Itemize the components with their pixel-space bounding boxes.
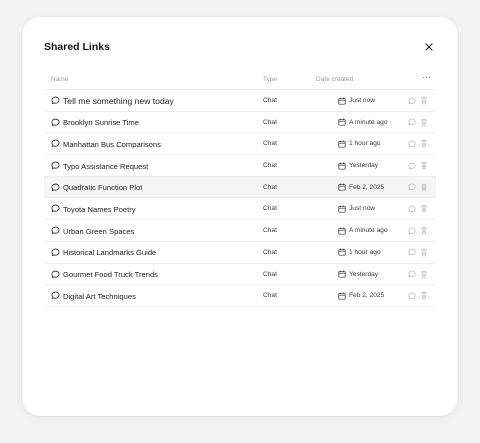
- calendar-icon: [338, 183, 346, 191]
- trash-icon[interactable]: [420, 161, 428, 170]
- chat-bubble-icon: [51, 140, 60, 148]
- link-name[interactable]: Digital Art Techniques: [63, 292, 136, 301]
- chat-bubble-icon: [51, 118, 60, 126]
- chat-bubble-icon: [51, 161, 60, 170]
- column-header-date[interactable]: Date created: [316, 76, 353, 83]
- calendar-icon: [338, 205, 346, 213]
- open-chat-icon[interactable]: [408, 140, 416, 148]
- chat-bubble-icon: [51, 205, 60, 213]
- open-chat-icon[interactable]: [408, 227, 416, 235]
- table-body: Tell me something new today Chat Just no…: [44, 90, 436, 307]
- table-row-2[interactable]: Brooklyn Sunrise Time Chat A minute ago: [44, 112, 436, 134]
- table-row-6[interactable]: Toyota Names Poetry Chat Just now: [44, 198, 436, 221]
- link-name[interactable]: Gourmet Food Truck Trends: [63, 270, 158, 279]
- shared-links-dialog: Shared Links Name Type Date created ··· …: [22, 17, 458, 416]
- link-name[interactable]: Quadratic Function Plot: [63, 183, 142, 192]
- chat-bubble-icon: [51, 248, 60, 256]
- chat-bubble-icon: [51, 291, 60, 300]
- link-type: Chat: [263, 97, 277, 104]
- link-type: Chat: [263, 292, 277, 300]
- trash-icon[interactable]: [420, 226, 428, 235]
- link-name[interactable]: Typo Assistance Request: [63, 162, 148, 171]
- open-chat-icon[interactable]: [408, 97, 416, 105]
- link-type: Chat: [263, 248, 277, 256]
- date-created: Feb 2, 2025: [349, 292, 385, 300]
- column-header-name[interactable]: Name: [51, 76, 68, 83]
- open-chat-icon[interactable]: [408, 205, 416, 213]
- link-name[interactable]: Urban Green Spaces: [63, 227, 134, 236]
- link-name[interactable]: Toyota Names Poetry: [63, 205, 136, 214]
- open-chat-icon[interactable]: [408, 118, 416, 126]
- date-created: 1 hour ago: [349, 248, 381, 256]
- link-type: Chat: [263, 183, 277, 191]
- date-created: 1 hour ago: [349, 140, 381, 148]
- chat-bubble-icon: [51, 183, 60, 191]
- table-row-10[interactable]: Digital Art Techniques Chat Feb 2, 2025: [44, 285, 436, 307]
- chat-bubble-icon: [51, 96, 60, 105]
- trash-icon[interactable]: [420, 183, 428, 192]
- open-chat-icon[interactable]: [408, 248, 416, 256]
- link-name[interactable]: Manhattan Bus Comparisons: [63, 140, 161, 149]
- table-row-9[interactable]: Gourmet Food Truck Trends Chat Yesterday: [44, 264, 436, 286]
- open-chat-icon[interactable]: [408, 292, 416, 300]
- date-created: Yesterday: [349, 162, 379, 170]
- calendar-icon: [338, 227, 346, 235]
- date-created: Yesterday: [349, 270, 379, 278]
- table-row-4[interactable]: Typo Assistance Request Chat Yesterday: [44, 155, 436, 177]
- link-type: Chat: [263, 227, 277, 235]
- trash-icon[interactable]: [420, 139, 428, 148]
- shared-links-table: Name Type Date created ··· Tell me somet…: [44, 69, 436, 307]
- trash-icon[interactable]: [420, 204, 428, 213]
- link-type: Chat: [263, 118, 277, 126]
- calendar-icon: [338, 118, 346, 126]
- link-type: Chat: [263, 140, 277, 148]
- open-chat-icon[interactable]: [408, 183, 416, 191]
- close-icon: [425, 43, 433, 51]
- date-created: Feb 2, 2025: [349, 183, 385, 191]
- calendar-icon: [338, 97, 346, 105]
- trash-icon[interactable]: [420, 118, 428, 127]
- calendar-icon: [338, 248, 346, 256]
- table-row-7[interactable]: Urban Green Spaces Chat A minute ago: [44, 220, 436, 242]
- table-row-5[interactable]: Quadratic Function Plot Chat Feb 2, 2025: [44, 176, 436, 199]
- calendar-icon: [338, 162, 346, 170]
- date-created: A minute ago: [349, 118, 388, 126]
- link-type: Chat: [263, 205, 277, 213]
- more-options-button[interactable]: ···: [422, 73, 432, 82]
- date-created: A minute ago: [349, 227, 388, 235]
- chat-bubble-icon: [51, 226, 60, 235]
- trash-icon[interactable]: [420, 96, 428, 105]
- date-created: Just now: [349, 205, 376, 213]
- calendar-icon: [338, 140, 346, 148]
- link-type: Chat: [263, 162, 277, 170]
- trash-icon[interactable]: [420, 291, 428, 300]
- link-name[interactable]: Tell me something new today: [63, 96, 174, 106]
- table-row-8[interactable]: Historical Landmarks Guide Chat 1 hour a…: [44, 242, 436, 264]
- open-chat-icon[interactable]: [408, 162, 416, 170]
- table-row-3[interactable]: Manhattan Bus Comparisons Chat 1 hour ag…: [44, 133, 436, 156]
- link-name[interactable]: Historical Landmarks Guide: [63, 248, 156, 257]
- column-header-type[interactable]: Type: [263, 76, 277, 83]
- table-row-1[interactable]: Tell me something new today Chat Just no…: [44, 90, 436, 112]
- table-header: Name Type Date created ···: [44, 69, 436, 90]
- chat-bubble-icon: [51, 270, 60, 278]
- link-name[interactable]: Brooklyn Sunrise Time: [63, 118, 139, 127]
- trash-icon[interactable]: [420, 248, 428, 257]
- open-chat-icon[interactable]: [408, 270, 416, 278]
- calendar-icon: [338, 292, 346, 300]
- dialog-title: Shared Links: [44, 41, 110, 53]
- link-type: Chat: [263, 270, 277, 278]
- close-button[interactable]: [423, 41, 435, 53]
- trash-icon[interactable]: [420, 270, 428, 279]
- date-created: Just now: [349, 97, 376, 104]
- calendar-icon: [338, 270, 346, 278]
